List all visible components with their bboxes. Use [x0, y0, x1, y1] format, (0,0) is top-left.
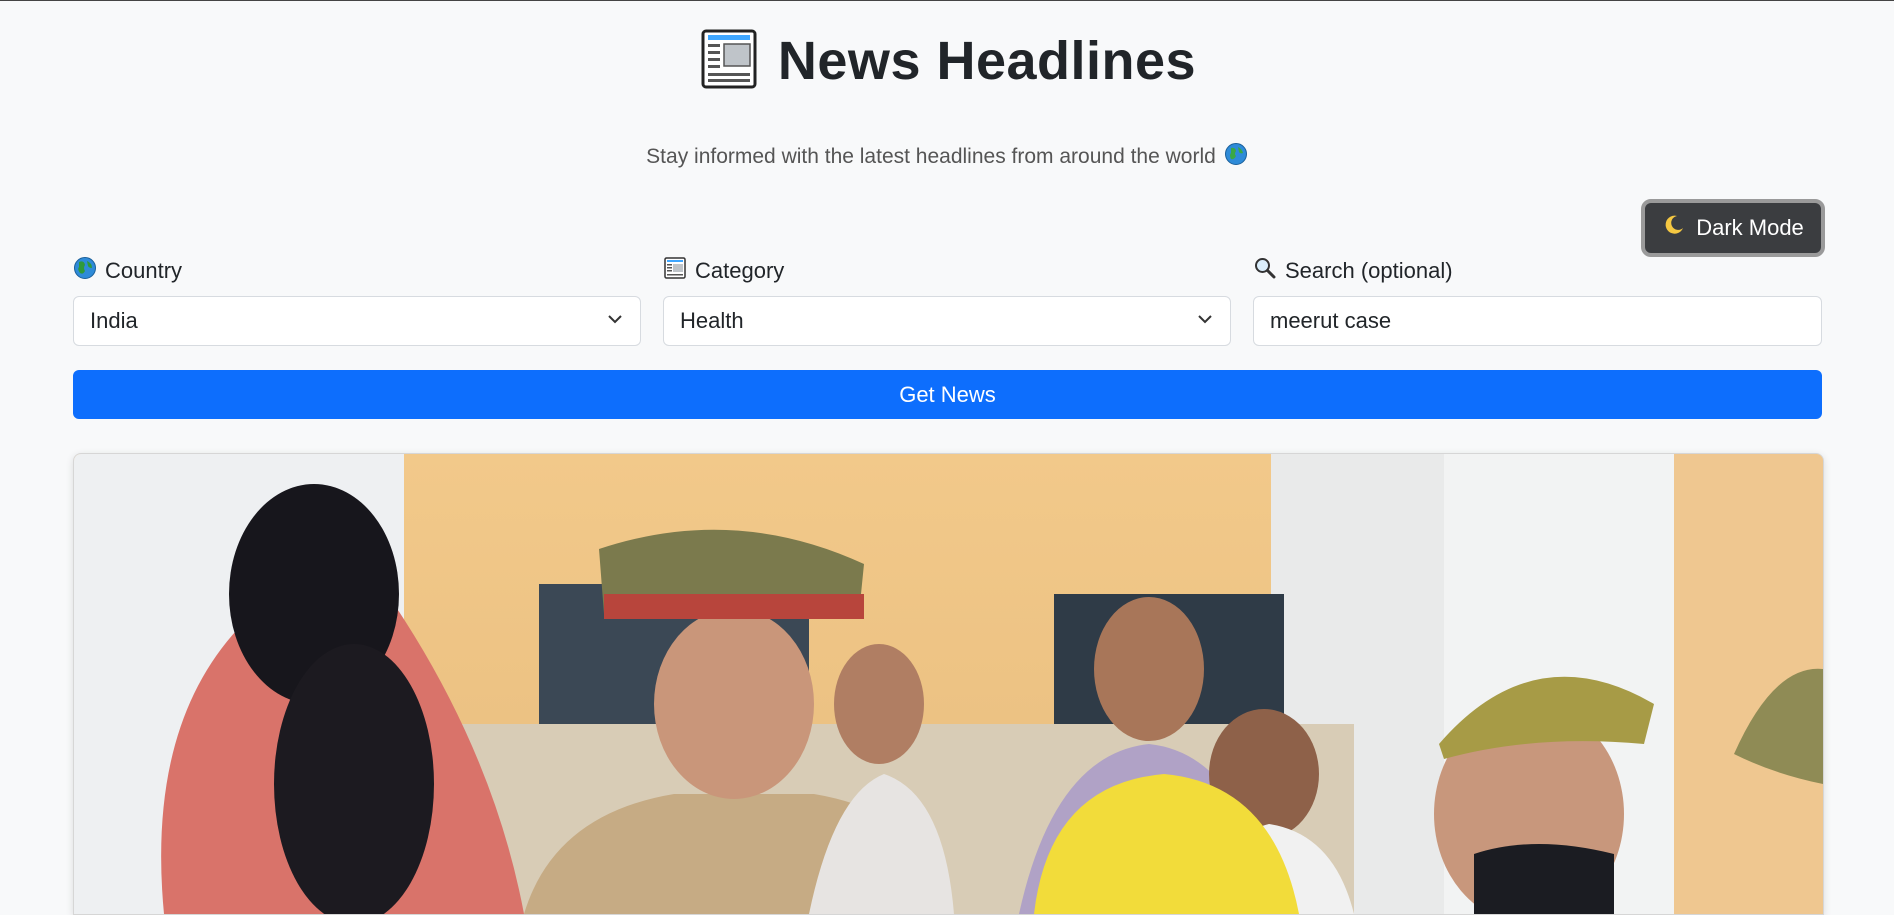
news-card[interactable]	[73, 453, 1824, 915]
category-field: Category Health	[663, 256, 1231, 346]
country-select[interactable]: India	[73, 296, 641, 346]
newspaper-icon	[698, 27, 760, 94]
category-select[interactable]: Health	[663, 296, 1231, 346]
search-value: meerut case	[1270, 308, 1392, 333]
subtitle-text: Stay informed with the latest headlines …	[646, 145, 1216, 168]
globe-icon	[1224, 142, 1248, 172]
search-field: Search (optional) meerut case	[1253, 256, 1822, 346]
news-card-image	[74, 454, 1823, 914]
country-label: Country	[105, 258, 183, 283]
chevron-down-icon	[606, 308, 624, 334]
newspaper-icon	[663, 256, 687, 286]
chevron-down-icon	[1196, 308, 1214, 334]
dark-mode-label: Dark Mode	[1696, 215, 1804, 240]
search-label: Search (optional)	[1285, 258, 1453, 283]
category-label: Category	[695, 258, 785, 283]
page-subtitle: Stay informed with the latest headlines …	[0, 142, 1894, 172]
page-title: News Headlines	[777, 30, 1197, 91]
globe-icon	[73, 256, 97, 286]
magnifier-icon	[1253, 256, 1277, 286]
get-news-button[interactable]: Get News	[73, 370, 1822, 419]
country-value: India	[90, 308, 138, 333]
moon-icon	[1662, 213, 1686, 243]
dark-mode-button[interactable]: Dark Mode	[1641, 199, 1825, 257]
page-header: News Headlines	[0, 27, 1894, 94]
search-input[interactable]: meerut case	[1253, 296, 1822, 346]
category-value: Health	[680, 308, 744, 333]
country-field: Country India	[73, 256, 641, 346]
